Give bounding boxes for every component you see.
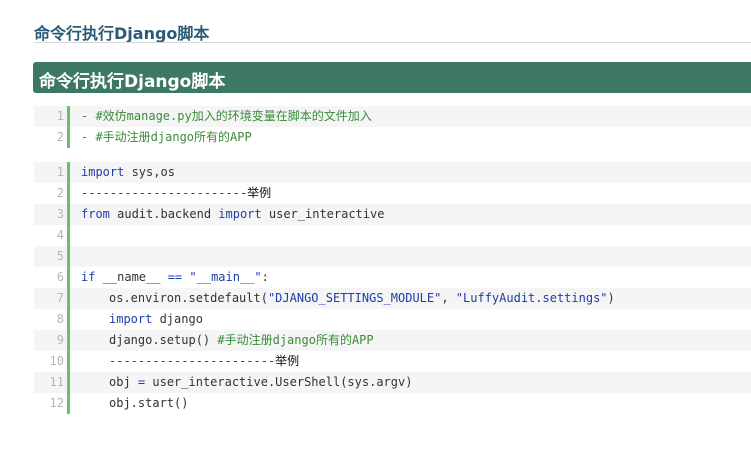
gutter-bar [67, 330, 70, 351]
code-text: from audit.backend import user_interacti… [81, 204, 384, 225]
dash-run: ----------------------- [81, 186, 248, 200]
gutter-bar [67, 288, 70, 309]
string-literal: "LuffyAudit.settings" [455, 291, 608, 305]
gutter-bar [67, 246, 70, 267]
code-token: ) [607, 291, 615, 305]
code-text: if __name__ == "__main__": [81, 267, 269, 288]
code-token: django.setup() [109, 333, 218, 347]
gutter-bar [67, 162, 70, 183]
code-line: 10 -----------------------举例 [34, 351, 751, 372]
code-line: 7 os.environ.setdefault("DJANGO_SETTINGS… [34, 288, 751, 309]
line-number: 7 [56, 291, 64, 305]
code-comment: #效仿manage.py加入的环境变量在脚本的文件加入 [95, 109, 372, 123]
keyword: if [81, 270, 96, 284]
dash-marker: - [81, 109, 96, 123]
code-text: - #效仿manage.py加入的环境变量在脚本的文件加入 [81, 106, 372, 127]
gutter-bar [67, 372, 70, 393]
line-number: 1 [56, 109, 64, 123]
line-number: 10 [49, 354, 64, 368]
code-text: import sys,os [81, 162, 175, 183]
code-token: 举例 [275, 354, 300, 368]
code-token: user_interactive [261, 207, 385, 221]
gutter-bar [67, 106, 70, 127]
dash-marker: - [81, 130, 96, 144]
code-text: -----------------------举例 [81, 351, 299, 372]
line-number: 2 [56, 130, 64, 144]
line-number: 3 [56, 207, 64, 221]
code-text: import django [81, 309, 203, 330]
code-text: -----------------------举例 [81, 183, 271, 204]
line-number: 11 [49, 375, 64, 389]
operator: == [167, 270, 183, 284]
code-line: 2 -----------------------举例 [34, 183, 751, 204]
code-line: 6 if __name__ == "__main__": [34, 267, 751, 288]
code-token: audit.backend [109, 207, 219, 221]
keyword: import [218, 207, 262, 221]
gutter-bar [67, 225, 70, 246]
line-number: 12 [49, 396, 64, 410]
gutter-bar [67, 267, 70, 288]
code-line: 1 - #效仿manage.py加入的环境变量在脚本的文件加入 [34, 106, 751, 127]
section-banner: 命令行执行Django脚本 [33, 62, 751, 93]
dash-run: ----------------------- [109, 354, 276, 368]
section-heading: 命令行执行Django脚本 [39, 72, 226, 92]
keyword: import [81, 165, 125, 179]
code-token: , [441, 291, 456, 305]
keyword: import [109, 312, 153, 326]
keyword: from [81, 207, 110, 221]
code-line: 2 - #手动注册django所有的APP [34, 127, 751, 148]
line-number: 8 [56, 312, 64, 326]
gutter-bar [67, 309, 70, 330]
code-comment: #手动注册django所有的APP [217, 333, 374, 347]
code-token: 举例 [247, 186, 272, 200]
code-token: obj.start() [109, 396, 189, 410]
code-block-2: 1 import sys,os 2 ----------------------… [34, 162, 751, 414]
code-token: sys,os [124, 165, 175, 179]
code-token: obj [109, 375, 138, 389]
title-divider [34, 42, 751, 43]
page-title: 命令行执行Django脚本 [34, 24, 210, 43]
gutter-bar [67, 393, 70, 414]
code-text: - #手动注册django所有的APP [81, 127, 252, 148]
code-line: 8 import django [34, 309, 751, 330]
line-number: 6 [56, 270, 64, 284]
code-line: 12 obj.start() [34, 393, 751, 414]
code-text: obj = user_interactive.UserShell(sys.arg… [81, 372, 412, 393]
code-token: __name__ [95, 270, 168, 284]
code-line: 11 obj = user_interactive.UserShell(sys.… [34, 372, 751, 393]
line-number: 9 [56, 333, 64, 347]
code-text: django.setup() #手动注册django所有的APP [81, 330, 374, 351]
line-number: 5 [56, 249, 64, 263]
code-block-1: 1 - #效仿manage.py加入的环境变量在脚本的文件加入 2 - #手动注… [34, 106, 751, 148]
code-token: django [152, 312, 203, 326]
line-number: 2 [56, 186, 64, 200]
gutter-bar [67, 351, 70, 372]
code-token: user_interactive.UserShell(sys.argv) [145, 375, 413, 389]
code-line: 1 import sys,os [34, 162, 751, 183]
code-comment: #手动注册django所有的APP [95, 130, 252, 144]
gutter-bar [67, 183, 70, 204]
code-line: 9 django.setup() #手动注册django所有的APP [34, 330, 751, 351]
gutter-bar [67, 204, 70, 225]
string-literal: "__main__" [189, 270, 262, 284]
code-token: : [261, 270, 269, 284]
string-literal: "DJANGO_SETTINGS_MODULE" [267, 291, 442, 305]
code-line: 4 [34, 225, 751, 246]
code-token: os.environ.setdefault( [109, 291, 268, 305]
gutter-bar [67, 127, 70, 148]
line-number: 1 [56, 165, 64, 179]
code-line: 5 [34, 246, 751, 267]
line-number: 4 [56, 228, 64, 242]
code-text: obj.start() [81, 393, 188, 414]
code-line: 3 from audit.backend import user_interac… [34, 204, 751, 225]
code-text: os.environ.setdefault("DJANGO_SETTINGS_M… [81, 288, 615, 309]
